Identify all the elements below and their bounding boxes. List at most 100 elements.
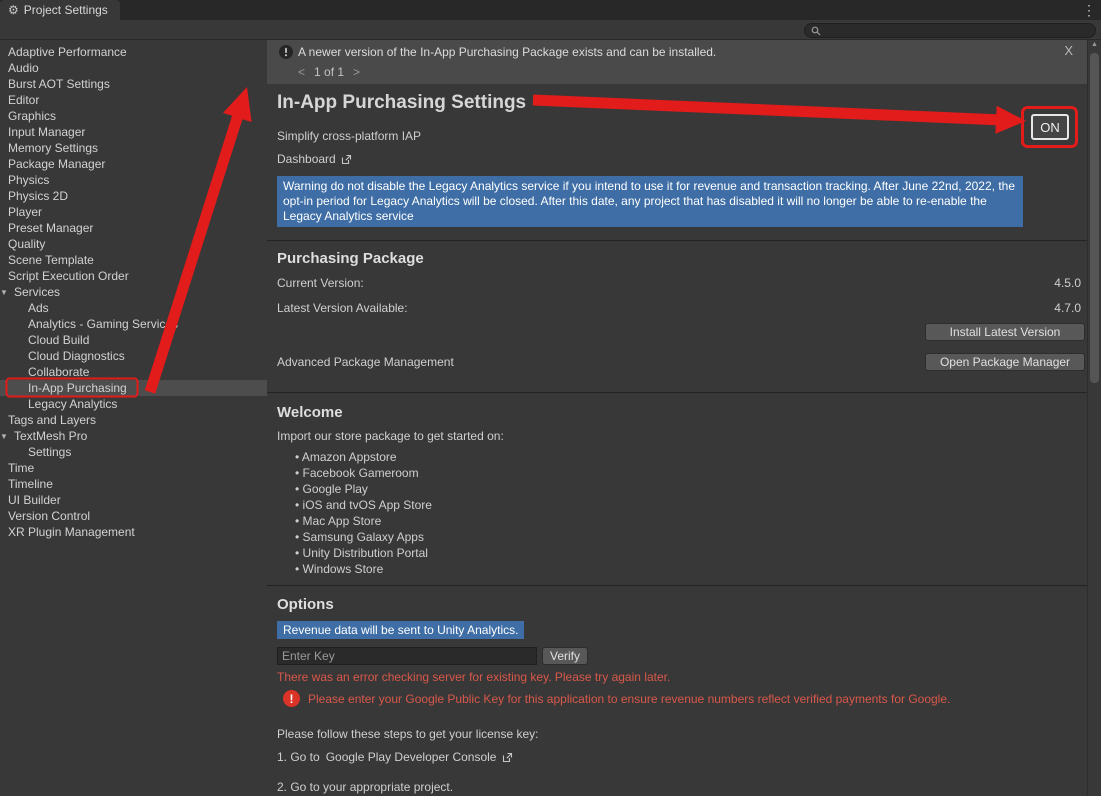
sidebar-item-label: Ads (28, 301, 49, 315)
sidebar-item-legacy-analytics[interactable]: Legacy Analytics (0, 396, 267, 412)
sidebar-item-editor[interactable]: Editor (0, 92, 267, 108)
sidebar-item-label: Services (14, 285, 60, 299)
tab-project-settings[interactable]: ⚙ Project Settings (0, 0, 120, 20)
store-list: Amazon AppstoreFacebook GameroomGoogle P… (295, 449, 432, 577)
sidebar-item-label: In-App Purchasing (28, 381, 127, 395)
sidebar-item-preset-manager[interactable]: Preset Manager (0, 220, 267, 236)
sidebar-item-audio[interactable]: Audio (0, 60, 267, 76)
settings-content: A newer version of the In-App Purchasing… (267, 40, 1087, 796)
window-titlebar: ⚙ Project Settings ⋮ (0, 0, 1101, 20)
sidebar-item-label: Settings (28, 445, 71, 459)
iap-enabled-toggle[interactable]: ON (1031, 114, 1069, 140)
sidebar-item-label: Package Manager (8, 157, 105, 171)
sidebar-item-tags-and-layers[interactable]: Tags and Layers (0, 412, 267, 428)
store-list-item: iOS and tvOS App Store (295, 497, 432, 513)
sidebar-item-label: Legacy Analytics (28, 397, 117, 411)
sidebar-item-label: Graphics (8, 109, 56, 123)
window-menu-icon[interactable]: ⋮ (1082, 1, 1096, 19)
google-play-console-link[interactable]: Google Play Developer Console (326, 750, 497, 764)
latest-version-label: Latest Version Available: (277, 301, 408, 315)
sidebar-item-physics-2d[interactable]: Physics 2D (0, 188, 267, 204)
foldout-icon[interactable]: ▼ (0, 429, 8, 445)
google-key-input[interactable] (277, 647, 537, 665)
section-divider (267, 392, 1087, 393)
scrollbar-thumb[interactable] (1090, 53, 1099, 383)
project-settings-window: ⚙ Project Settings ⋮ Adaptive Performanc… (0, 0, 1101, 796)
sidebar-item-cloud-diagnostics[interactable]: Cloud Diagnostics (0, 348, 267, 364)
purchasing-package-heading: Purchasing Package (277, 250, 424, 267)
sidebar-item-services[interactable]: ▼ Services (0, 284, 267, 300)
latest-version-value: 4.7.0 (1054, 301, 1081, 315)
notification-text: A newer version of the In-App Purchasing… (298, 45, 716, 59)
sidebar-item-label: Tags and Layers (8, 413, 96, 427)
section-divider (267, 240, 1087, 241)
close-icon[interactable]: X (1064, 43, 1073, 58)
store-list-item: Mac App Store (295, 513, 432, 529)
open-package-manager-button[interactable]: Open Package Manager (925, 353, 1085, 371)
sidebar-item-time[interactable]: Time (0, 460, 267, 476)
sidebar-item-memory-settings[interactable]: Memory Settings (0, 140, 267, 156)
legacy-analytics-warning: Warning do not disable the Legacy Analyt… (277, 176, 1023, 227)
sidebar-item-label: Scene Template (8, 253, 94, 267)
sidebar-item-label: Physics (8, 173, 49, 187)
sidebar-item-label: UI Builder (8, 493, 61, 507)
sidebar-item-label: Version Control (8, 509, 90, 523)
store-list-item: Amazon Appstore (295, 449, 432, 465)
sidebar-item-version-control[interactable]: Version Control (0, 508, 267, 524)
sidebar-item-player[interactable]: Player (0, 204, 267, 220)
dashboard-link[interactable]: Dashboard (277, 152, 352, 166)
update-notification-banner: A newer version of the In-App Purchasing… (267, 40, 1087, 84)
sidebar-item-input-manager[interactable]: Input Manager (0, 124, 267, 140)
sidebar-item-settings[interactable]: Settings (0, 444, 267, 460)
install-latest-version-button[interactable]: Install Latest Version (925, 323, 1085, 341)
scroll-up-icon[interactable]: ▲ (1091, 41, 1098, 48)
verify-button[interactable]: Verify (542, 647, 588, 665)
welcome-heading: Welcome (277, 404, 343, 421)
store-list-item: Facebook Gameroom (295, 465, 432, 481)
foldout-icon[interactable]: ▼ (0, 285, 8, 301)
current-version-row: Current Version: 4.5.0 (277, 276, 1081, 290)
sidebar-item-xr-plugin-management[interactable]: XR Plugin Management (0, 524, 267, 540)
sidebar-item-quality[interactable]: Quality (0, 236, 267, 252)
sidebar-item-label: Cloud Diagnostics (28, 349, 125, 363)
sidebar-item-scene-template[interactable]: Scene Template (0, 252, 267, 268)
store-list-item: Windows Store (295, 561, 432, 577)
current-version-label: Current Version: (277, 276, 364, 290)
sidebar-item-analytics-gaming-services[interactable]: Analytics - Gaming Services (0, 316, 267, 332)
pager-label: 1 of 1 (314, 65, 344, 79)
pager-prev-button[interactable]: < (298, 65, 305, 79)
sidebar-item-timeline[interactable]: Timeline (0, 476, 267, 492)
sidebar-item-label: Burst AOT Settings (8, 77, 110, 91)
sidebar-item-ads[interactable]: Ads (0, 300, 267, 316)
advanced-package-management-label: Advanced Package Management (277, 355, 454, 369)
sidebar-item-label: Cloud Build (28, 333, 89, 347)
store-list-item: Unity Distribution Portal (295, 545, 432, 561)
sidebar-item-burst-aot-settings[interactable]: Burst AOT Settings (0, 76, 267, 92)
sidebar-item-collaborate[interactable]: Collaborate (0, 364, 267, 380)
license-step-2: 2. Go to your appropriate project. (277, 780, 453, 794)
store-list-item: Google Play (295, 481, 432, 497)
sidebar-item-graphics[interactable]: Graphics (0, 108, 267, 124)
simplify-iap-label: Simplify cross-platform IAP (277, 129, 421, 143)
welcome-intro: Import our store package to get started … (277, 429, 504, 443)
sidebar-item-label: Analytics - Gaming Services (28, 317, 178, 331)
search-input[interactable] (825, 25, 1089, 37)
pager-next-button[interactable]: > (353, 65, 360, 79)
sidebar-item-physics[interactable]: Physics (0, 172, 267, 188)
dashboard-link-label: Dashboard (277, 152, 336, 166)
sidebar-item-label: Memory Settings (8, 141, 98, 155)
license-step-1: 1. Go to Google Play Developer Console (277, 750, 513, 764)
sidebar-item-label: Time (8, 461, 34, 475)
sidebar-item-textmesh-pro[interactable]: ▼TextMesh Pro (0, 428, 267, 444)
sidebar-item-package-manager[interactable]: Package Manager (0, 156, 267, 172)
sidebar-item-label: Audio (8, 61, 39, 75)
sidebar-item-script-execution-order[interactable]: Script Execution Order (0, 268, 267, 284)
scrollbar[interactable]: ▲ (1087, 40, 1101, 796)
sidebar-item-adaptive-performance[interactable]: Adaptive Performance (0, 44, 267, 60)
sidebar-item-label: Input Manager (8, 125, 85, 139)
search-field[interactable] (804, 23, 1096, 38)
sidebar-item-in-app-purchasing[interactable]: In-App Purchasing (0, 380, 267, 396)
sidebar-item-label: Physics 2D (8, 189, 68, 203)
sidebar-item-cloud-build[interactable]: Cloud Build (0, 332, 267, 348)
sidebar-item-ui-builder[interactable]: UI Builder (0, 492, 267, 508)
